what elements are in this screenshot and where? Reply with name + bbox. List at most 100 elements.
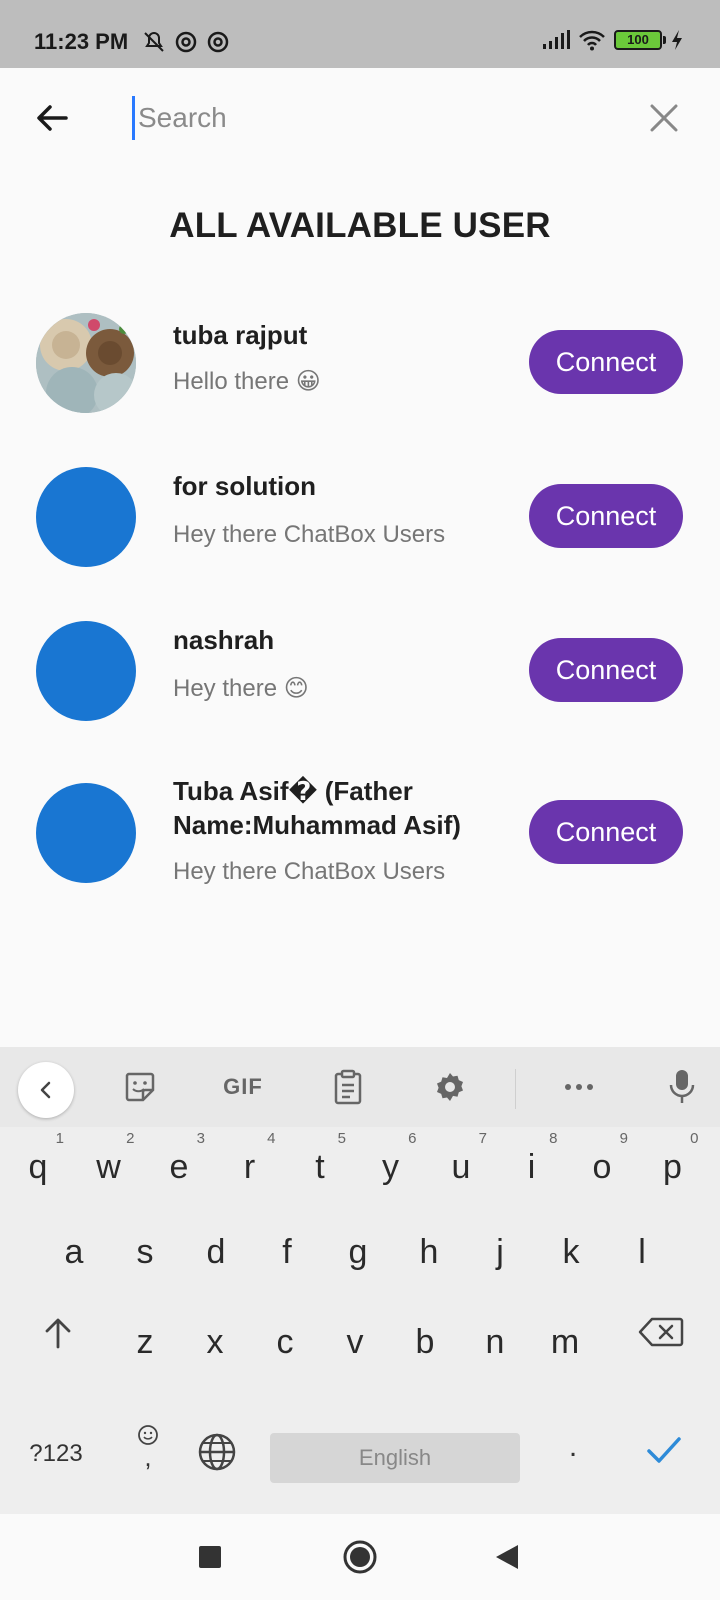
key-u[interactable]: u7 [431, 1122, 491, 1202]
settings-button[interactable] [428, 1065, 472, 1109]
avatar [36, 313, 136, 413]
close-icon [650, 104, 678, 132]
microphone-icon [669, 1070, 695, 1103]
key-d[interactable]: d [186, 1207, 246, 1287]
language-key[interactable] [195, 1432, 239, 1476]
key-label: s [136, 1233, 154, 1271]
triangle-back-icon [496, 1545, 518, 1569]
at-icon [175, 31, 197, 53]
key-f[interactable]: f [257, 1207, 317, 1287]
back-nav-button[interactable] [486, 1536, 528, 1578]
more-dots-icon [565, 1084, 593, 1090]
key-label: p [663, 1148, 682, 1186]
search-input[interactable] [132, 96, 612, 140]
key-m[interactable]: m [535, 1297, 595, 1377]
key-h[interactable]: h [399, 1207, 459, 1287]
avatar [36, 783, 136, 883]
key-hint-number: 7 [478, 1130, 487, 1147]
key-hint-number: 2 [126, 1130, 135, 1147]
recents-button[interactable] [189, 1536, 231, 1578]
key-g[interactable]: g [328, 1207, 388, 1287]
key-k[interactable]: k [541, 1207, 601, 1287]
connect-button[interactable]: Connect [529, 638, 683, 702]
key-label: n [485, 1323, 505, 1361]
mute-icon [144, 31, 164, 52]
key-label: y [382, 1148, 399, 1186]
emoji-comma-key[interactable]: , [128, 1424, 168, 1480]
key-label: w [96, 1148, 121, 1186]
home-button[interactable] [339, 1536, 381, 1578]
more-button[interactable] [557, 1065, 601, 1109]
key-i[interactable]: i8 [502, 1122, 562, 1202]
user-list-item: tuba rajput Hello there 😀 Connect [0, 305, 720, 415]
circle-icon [343, 1540, 377, 1574]
clipboard-button[interactable] [326, 1065, 370, 1109]
space-key[interactable]: English [270, 1433, 520, 1483]
key-label: z [136, 1323, 154, 1361]
key-label: v [346, 1323, 364, 1361]
voice-input-button[interactable] [660, 1065, 704, 1109]
key-x[interactable]: x [185, 1297, 245, 1377]
sticker-button[interactable] [118, 1065, 162, 1109]
key-hint-number: 6 [408, 1130, 417, 1147]
key-t[interactable]: t5 [290, 1122, 350, 1202]
gif-label: GIF [223, 1074, 263, 1099]
user-status: Hey there ChatBox Users [173, 521, 446, 548]
user-status: Hello there 😀 [173, 368, 321, 395]
key-label: l [638, 1233, 646, 1271]
key-l[interactable]: l [612, 1207, 672, 1287]
keyboard-collapse-button[interactable] [18, 1062, 74, 1118]
battery-icon: 100 [614, 30, 666, 50]
key-p[interactable]: p0 [643, 1122, 703, 1202]
shift-key[interactable] [38, 1315, 78, 1355]
status-time: 11:23 PM [34, 29, 129, 54]
key-o[interactable]: o9 [572, 1122, 632, 1202]
symbols-key[interactable]: ?123 [22, 1440, 90, 1468]
period-key[interactable]: . [558, 1430, 588, 1464]
connect-button[interactable]: Connect [529, 330, 683, 394]
user-name: nashrah [173, 625, 275, 655]
avatar [36, 621, 136, 721]
key-hint-number: 1 [55, 1130, 64, 1147]
key-n[interactable]: n [465, 1297, 525, 1377]
key-label: h [419, 1233, 439, 1271]
toolbar-divider [515, 1069, 516, 1109]
user-status: Hey there ChatBox Users [173, 858, 446, 885]
key-a[interactable]: a [44, 1207, 104, 1287]
avatar [36, 467, 136, 567]
sticker-icon [125, 1072, 155, 1102]
key-hint-number: 3 [196, 1130, 205, 1147]
enter-key[interactable] [644, 1434, 684, 1474]
connect-button[interactable]: Connect [529, 484, 683, 548]
user-name: for solution [173, 471, 316, 501]
search-app-bar [0, 68, 720, 168]
clear-search-button[interactable] [644, 98, 684, 138]
back-button[interactable] [30, 96, 74, 140]
keyboard-toolbar: GIF [0, 1047, 720, 1127]
charging-icon [672, 30, 682, 50]
status-bar: 11:23 PM 100 [0, 0, 720, 68]
user-list-item: nashrah Hey there 😊 Connect [0, 612, 720, 722]
gear-icon [437, 1073, 463, 1101]
key-z[interactable]: z [115, 1297, 175, 1377]
key-hint-number: 9 [619, 1130, 628, 1147]
backspace-key[interactable] [638, 1315, 684, 1355]
key-b[interactable]: b [395, 1297, 455, 1377]
key-j[interactable]: j [470, 1207, 530, 1287]
key-label: k [562, 1233, 580, 1271]
key-r[interactable]: r4 [220, 1122, 280, 1202]
key-v[interactable]: v [325, 1297, 385, 1377]
key-c[interactable]: c [255, 1297, 315, 1377]
key-label: o [592, 1148, 612, 1186]
page-title: ALL AVAILABLE USER [169, 206, 551, 245]
user-status: Hey there 😊 [173, 675, 309, 702]
key-e[interactable]: e3 [149, 1122, 209, 1202]
key-y[interactable]: y6 [361, 1122, 421, 1202]
gif-button[interactable]: GIF [218, 1065, 268, 1109]
key-q[interactable]: q1 [8, 1122, 68, 1202]
connect-button[interactable]: Connect [529, 800, 683, 864]
key-w[interactable]: w2 [79, 1122, 139, 1202]
user-name: Tuba Asif� (Father Name:Muhammad Asif) [173, 776, 461, 840]
avatar-photo [36, 313, 136, 413]
key-s[interactable]: s [115, 1207, 175, 1287]
